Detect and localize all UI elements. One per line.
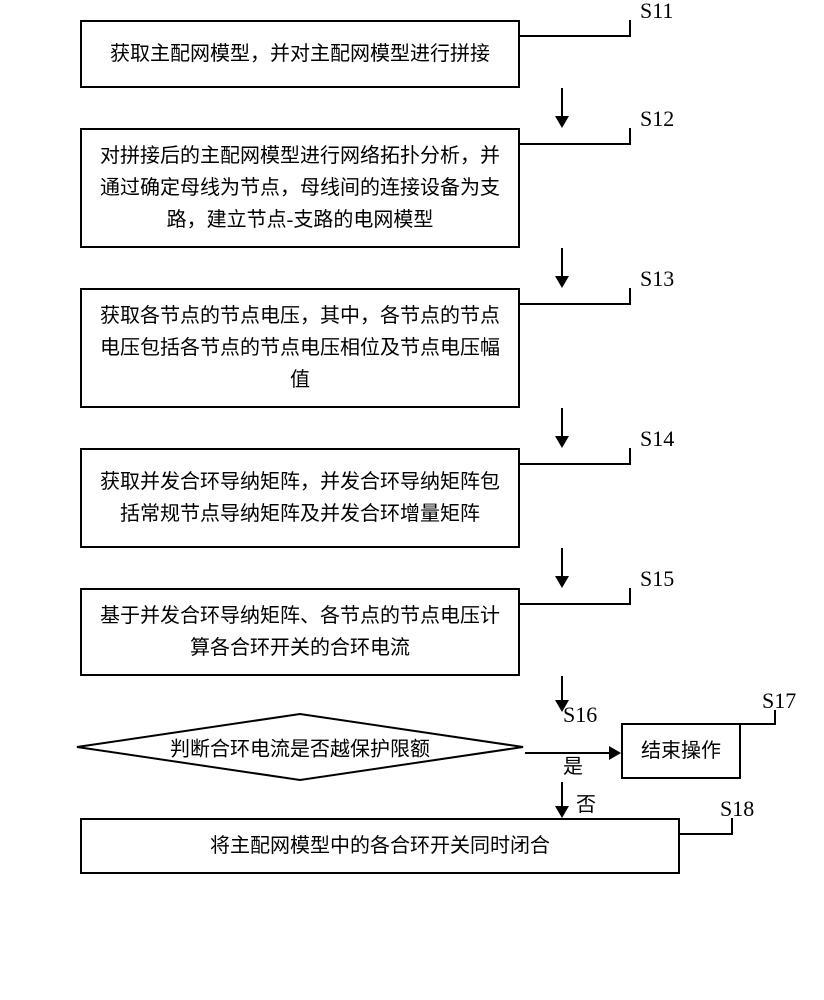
process-s18-text: 将主配网模型中的各合环开关同时闭合 [210, 830, 550, 862]
label-s11: S11 [640, 0, 673, 24]
branch-yes: 是 [563, 750, 583, 779]
label-s14: S14 [640, 426, 674, 452]
process-s14: 获取并发合环导纳矩阵，并发合环导纳矩阵包括常规节点导纳矩阵及并发合环增量矩阵 [80, 448, 520, 548]
step-row-s13: 获取各节点的节点电压，其中，各节点的节点电压包括各节点的节点电压相位及节点电压幅… [0, 288, 824, 408]
step-row-s18: 将主配网模型中的各合环开关同时闭合 S18 [0, 818, 824, 874]
connector-s14 [520, 436, 650, 466]
label-s15: S15 [640, 566, 674, 592]
step-row-s12: 对拼接后的主配网模型进行网络拓扑分析，并通过确定母线为节点，母线间的连接设备为支… [0, 128, 824, 248]
label-s17: S17 [762, 688, 796, 714]
step-row-s15: 基于并发合环导纳矩阵、各节点的节点电压计算各合环开关的合环电流 S15 [0, 588, 824, 676]
connector-s15 [520, 576, 650, 606]
process-s15-text: 基于并发合环导纳矩阵、各节点的节点电压计算各合环开关的合环电流 [98, 600, 502, 664]
process-s12: 对拼接后的主配网模型进行网络拓扑分析，并通过确定母线为节点，母线间的连接设备为支… [80, 128, 520, 248]
label-s18: S18 [720, 796, 754, 822]
step-row-s14: 获取并发合环导纳矩阵，并发合环导纳矩阵包括常规节点导纳矩阵及并发合环增量矩阵 S… [0, 448, 824, 548]
process-s11: 获取主配网模型，并对主配网模型进行拼接 [80, 20, 520, 88]
process-s12-text: 对拼接后的主配网模型进行网络拓扑分析，并通过确定母线为节点，母线间的连接设备为支… [98, 140, 502, 236]
decision-s16-text: 判断合环电流是否越保护限额 [170, 733, 430, 762]
label-s12: S12 [640, 106, 674, 132]
decision-s16: 判断合环电流是否越保护限额 [75, 712, 525, 782]
flowchart-container: 获取主配网模型，并对主配网模型进行拼接 S11 对拼接后的主配网模型进行网络拓扑… [0, 20, 824, 874]
step-row-s11: 获取主配网模型，并对主配网模型进行拼接 S11 [0, 20, 824, 88]
terminal-s17: 结束操作 [621, 723, 741, 779]
connector-s12 [520, 116, 650, 146]
terminal-s17-text: 结束操作 [641, 735, 721, 767]
connector-s11 [520, 8, 650, 38]
connector-s13 [520, 276, 650, 306]
branch-no: 否 [576, 788, 596, 817]
process-s15: 基于并发合环导纳矩阵、各节点的节点电压计算各合环开关的合环电流 [80, 588, 520, 676]
process-s13: 获取各节点的节点电压，其中，各节点的节点电压包括各节点的节点电压相位及节点电压幅… [80, 288, 520, 408]
decision-row: 判断合环电流是否越保护限额 S16 是 结束操作 S17 [0, 712, 824, 782]
process-s14-text: 获取并发合环导纳矩阵，并发合环导纳矩阵包括常规节点导纳矩阵及并发合环增量矩阵 [98, 466, 502, 530]
label-s13: S13 [640, 266, 674, 292]
process-s18: 将主配网模型中的各合环开关同时闭合 [80, 818, 680, 874]
label-s16: S16 [563, 702, 597, 728]
process-s13-text: 获取各节点的节点电压，其中，各节点的节点电压包括各节点的节点电压相位及节点电压幅… [98, 300, 502, 396]
process-s11-text: 获取主配网模型，并对主配网模型进行拼接 [110, 38, 490, 70]
